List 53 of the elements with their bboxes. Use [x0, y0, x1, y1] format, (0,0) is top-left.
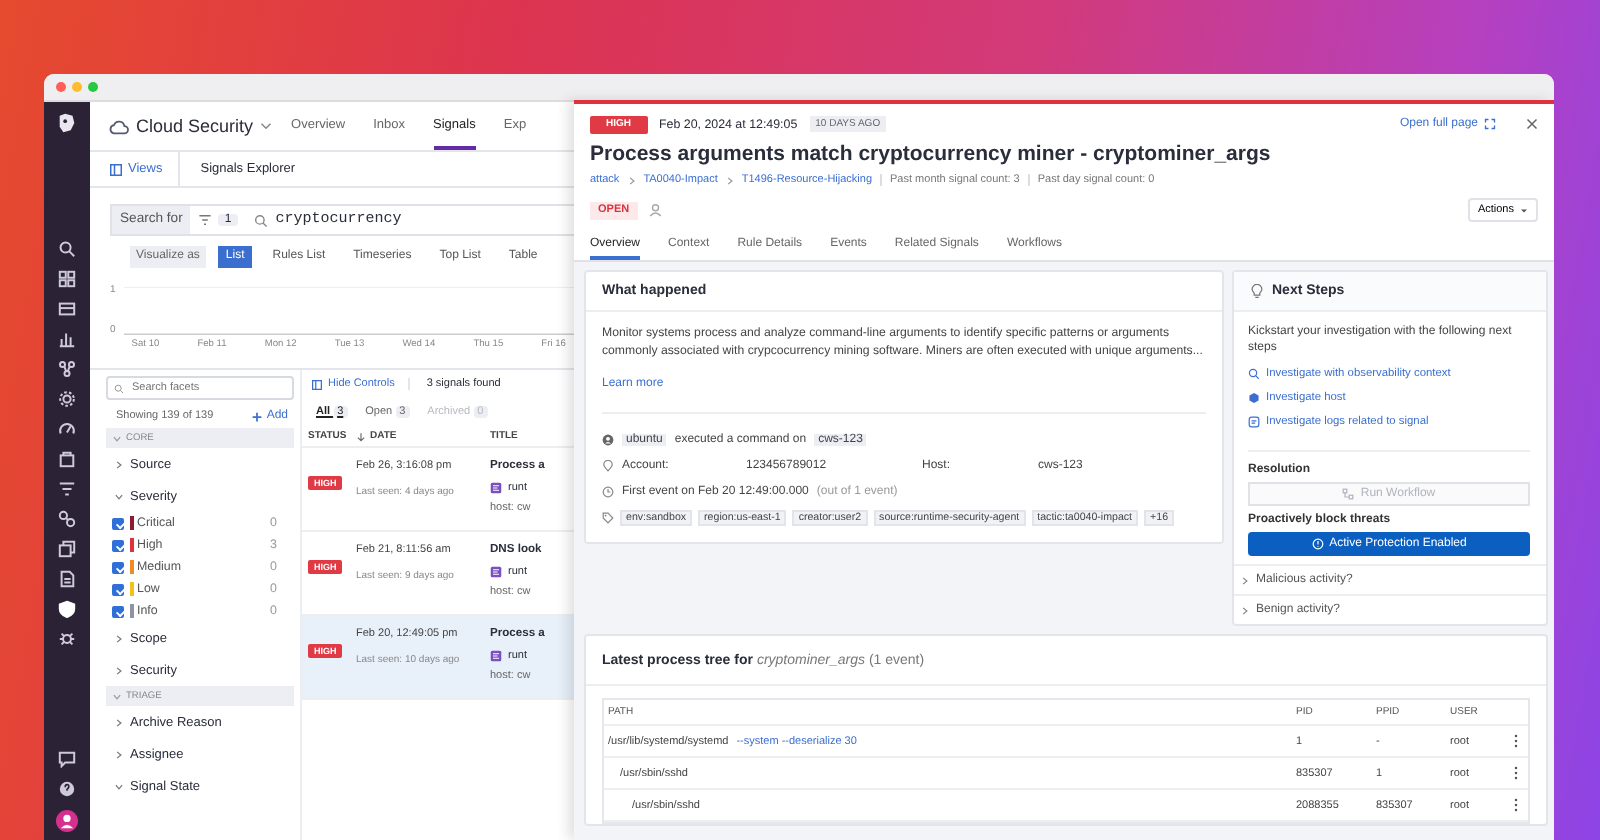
gauge-icon[interactable]: [58, 420, 76, 438]
workflow-icon: [1342, 488, 1355, 500]
user-avatar[interactable]: [56, 810, 78, 832]
user-icon: [602, 433, 614, 445]
chevron-icon: [725, 175, 734, 185]
agent-icon: [490, 650, 502, 662]
search-icon: [114, 383, 124, 393]
caret-icon[interactable]: [259, 122, 272, 130]
product-switcher[interactable]: Cloud Security: [136, 116, 254, 136]
nodes-icon[interactable]: [58, 360, 76, 378]
agent-icon: [490, 482, 502, 494]
info-icon: [1311, 538, 1324, 550]
panel-icon: [312, 379, 322, 389]
agent-icon: [490, 566, 502, 578]
cloud-icon: [108, 117, 130, 135]
facet-checkbox[interactable]: [112, 517, 124, 529]
caret-icon: [1520, 207, 1528, 213]
card-icon[interactable]: [58, 300, 76, 318]
search-icon: [253, 213, 268, 227]
facet-checkbox[interactable]: [112, 583, 124, 595]
filter-icon[interactable]: [198, 214, 213, 226]
close-button[interactable]: [56, 82, 66, 92]
bar-chart-icon[interactable]: [58, 330, 76, 348]
lightbulb-icon: [1250, 284, 1264, 298]
clock-icon: [602, 485, 614, 497]
help-icon[interactable]: [58, 780, 76, 798]
signal-title: Process arguments match cryptocurrency miner - cryptominer_args: [590, 142, 1273, 166]
link-icon[interactable]: [58, 510, 76, 528]
hexagon-icon: [1248, 392, 1260, 404]
grid-icon[interactable]: [58, 270, 76, 288]
facet-checkbox[interactable]: [112, 605, 124, 617]
chevron-icon: [627, 175, 636, 185]
expand-icon: [1484, 118, 1496, 130]
shield-icon[interactable]: [58, 600, 76, 618]
plus-icon: [252, 411, 263, 421]
location-icon: [602, 459, 614, 471]
document-icon: [1248, 416, 1260, 428]
layers-icon[interactable]: [58, 540, 76, 558]
panel-icon: [110, 163, 122, 175]
search-icon: [1248, 368, 1260, 380]
gear-icon[interactable]: [58, 390, 76, 408]
sort-arrow-icon: [356, 431, 366, 441]
tag-icon: [602, 511, 614, 523]
chat-icon[interactable]: [58, 750, 76, 768]
logo-icon[interactable]: [56, 112, 78, 134]
facet-checkbox[interactable]: [112, 561, 124, 573]
facet-checkbox[interactable]: [112, 539, 124, 551]
close-icon[interactable]: [1526, 118, 1538, 130]
filter-icon[interactable]: [58, 480, 76, 498]
document-icon[interactable]: [58, 570, 76, 588]
search-icon[interactable]: [58, 240, 76, 258]
box-icon[interactable]: [58, 450, 76, 468]
bug-icon[interactable]: [58, 630, 76, 648]
